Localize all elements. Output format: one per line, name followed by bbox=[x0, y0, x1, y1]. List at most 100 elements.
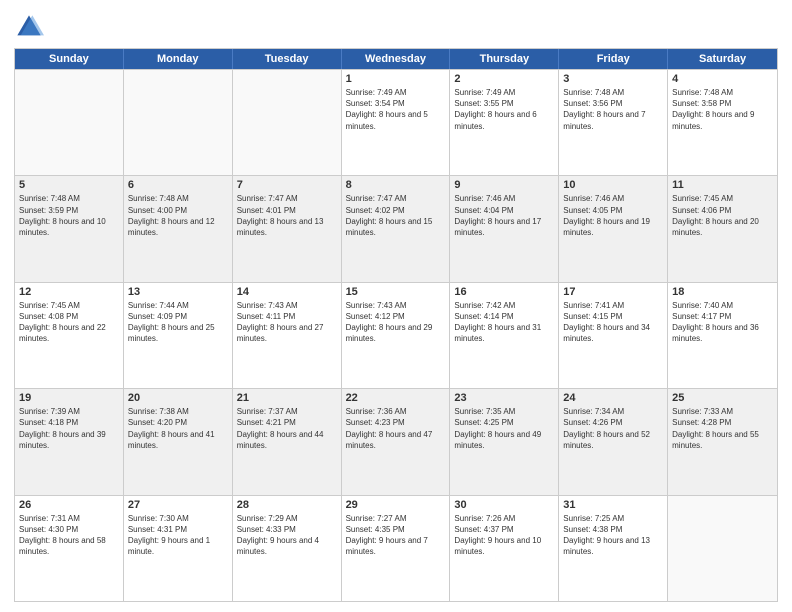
calendar-cell: 5 Sunrise: 7:48 AM Sunset: 3:59 PM Daylig… bbox=[15, 176, 124, 281]
day-number: 4 bbox=[672, 73, 773, 85]
day-number: 18 bbox=[672, 286, 773, 298]
cell-text: Sunrise: 7:46 AM Sunset: 4:05 PM Dayligh… bbox=[563, 193, 663, 238]
cell-text: Sunrise: 7:35 AM Sunset: 4:25 PM Dayligh… bbox=[454, 406, 554, 451]
cell-text: Sunrise: 7:29 AM Sunset: 4:33 PM Dayligh… bbox=[237, 513, 337, 558]
calendar-cell: 11 Sunrise: 7:45 AM Sunset: 4:06 PM Dayli… bbox=[668, 176, 777, 281]
header-day-monday: Monday bbox=[124, 49, 233, 69]
cell-text: Sunrise: 7:48 AM Sunset: 4:00 PM Dayligh… bbox=[128, 193, 228, 238]
calendar-cell: 18 Sunrise: 7:40 AM Sunset: 4:17 PM Dayli… bbox=[668, 283, 777, 388]
calendar-cell: 14Sunrise: 7:43 AM Sunset: 4:11 PM Dayli… bbox=[233, 283, 342, 388]
cell-text: Sunrise: 7:40 AM Sunset: 4:17 PM Dayligh… bbox=[672, 300, 773, 345]
calendar-cell: 12 Sunrise: 7:45 AM Sunset: 4:08 PM Dayli… bbox=[15, 283, 124, 388]
day-number: 8 bbox=[346, 179, 446, 191]
calendar-cell: 29 Sunrise: 7:27 AM Sunset: 4:35 PM Dayli… bbox=[342, 496, 451, 601]
day-number: 12 bbox=[19, 286, 119, 298]
cell-text: Sunrise: 7:43 AM Sunset: 4:12 PM Dayligh… bbox=[346, 300, 446, 345]
calendar-cell: 17 Sunrise: 7:41 AM Sunset: 4:15 PM Dayli… bbox=[559, 283, 668, 388]
day-number: 6 bbox=[128, 179, 228, 191]
calendar-cell: 1Sunrise: 7:49 AM Sunset: 3:54 PM Daylig… bbox=[342, 70, 451, 175]
calendar-row-1: 5 Sunrise: 7:48 AM Sunset: 3:59 PM Daylig… bbox=[15, 175, 777, 281]
day-number: 10 bbox=[563, 179, 663, 191]
header-day-friday: Friday bbox=[559, 49, 668, 69]
day-number: 30 bbox=[454, 499, 554, 511]
calendar-cell: 24Sunrise: 7:34 AM Sunset: 4:26 PM Dayli… bbox=[559, 389, 668, 494]
calendar-cell bbox=[668, 496, 777, 601]
calendar-cell: 28 Sunrise: 7:29 AM Sunset: 4:33 PM Dayli… bbox=[233, 496, 342, 601]
cell-text: Sunrise: 7:38 AM Sunset: 4:20 PM Dayligh… bbox=[128, 406, 228, 451]
day-number: 3 bbox=[563, 73, 663, 85]
calendar-cell: 31 Sunrise: 7:25 AM Sunset: 4:38 PM Dayli… bbox=[559, 496, 668, 601]
logo-icon bbox=[14, 12, 44, 42]
calendar-cell: 19 Sunrise: 7:39 AM Sunset: 4:18 PM Dayli… bbox=[15, 389, 124, 494]
day-number: 25 bbox=[672, 392, 773, 404]
cell-text: Sunrise: 7:47 AM Sunset: 4:01 PM Dayligh… bbox=[237, 193, 337, 238]
day-number: 9 bbox=[454, 179, 554, 191]
calendar-cell: 8 Sunrise: 7:47 AM Sunset: 4:02 PM Daylig… bbox=[342, 176, 451, 281]
calendar-cell: 7 Sunrise: 7:47 AM Sunset: 4:01 PM Daylig… bbox=[233, 176, 342, 281]
header-day-sunday: Sunday bbox=[15, 49, 124, 69]
cell-text: Sunrise: 7:44 AM Sunset: 4:09 PM Dayligh… bbox=[128, 300, 228, 345]
cell-text: Sunrise: 7:46 AM Sunset: 4:04 PM Dayligh… bbox=[454, 193, 554, 238]
calendar-cell bbox=[15, 70, 124, 175]
day-number: 1 bbox=[346, 73, 446, 85]
calendar-cell: 27 Sunrise: 7:30 AM Sunset: 4:31 PM Dayli… bbox=[124, 496, 233, 601]
calendar-cell: 16Sunrise: 7:42 AM Sunset: 4:14 PM Dayli… bbox=[450, 283, 559, 388]
calendar-cell: 3 Sunrise: 7:48 AM Sunset: 3:56 PM Daylig… bbox=[559, 70, 668, 175]
header bbox=[14, 12, 778, 42]
cell-text: Sunrise: 7:49 AM Sunset: 3:55 PM Dayligh… bbox=[454, 87, 554, 132]
header-day-saturday: Saturday bbox=[668, 49, 777, 69]
day-number: 13 bbox=[128, 286, 228, 298]
day-number: 14 bbox=[237, 286, 337, 298]
day-number: 16 bbox=[454, 286, 554, 298]
calendar-cell: 20 Sunrise: 7:38 AM Sunset: 4:20 PM Dayli… bbox=[124, 389, 233, 494]
calendar-row-4: 26Sunrise: 7:31 AM Sunset: 4:30 PM Dayli… bbox=[15, 495, 777, 601]
day-number: 28 bbox=[237, 499, 337, 511]
cell-text: Sunrise: 7:48 AM Sunset: 3:56 PM Dayligh… bbox=[563, 87, 663, 132]
calendar: SundayMondayTuesdayWednesdayThursdayFrid… bbox=[14, 48, 778, 602]
header-day-tuesday: Tuesday bbox=[233, 49, 342, 69]
header-day-wednesday: Wednesday bbox=[342, 49, 451, 69]
cell-text: Sunrise: 7:45 AM Sunset: 4:08 PM Dayligh… bbox=[19, 300, 119, 345]
cell-text: Sunrise: 7:34 AM Sunset: 4:26 PM Dayligh… bbox=[563, 406, 663, 451]
day-number: 7 bbox=[237, 179, 337, 191]
day-number: 15 bbox=[346, 286, 446, 298]
cell-text: Sunrise: 7:26 AM Sunset: 4:37 PM Dayligh… bbox=[454, 513, 554, 558]
cell-text: Sunrise: 7:39 AM Sunset: 4:18 PM Dayligh… bbox=[19, 406, 119, 451]
cell-text: Sunrise: 7:45 AM Sunset: 4:06 PM Dayligh… bbox=[672, 193, 773, 238]
cell-text: Sunrise: 7:41 AM Sunset: 4:15 PM Dayligh… bbox=[563, 300, 663, 345]
day-number: 26 bbox=[19, 499, 119, 511]
cell-text: Sunrise: 7:48 AM Sunset: 3:59 PM Dayligh… bbox=[19, 193, 119, 238]
calendar-cell: 2 Sunrise: 7:49 AM Sunset: 3:55 PM Daylig… bbox=[450, 70, 559, 175]
day-number: 22 bbox=[346, 392, 446, 404]
calendar-cell: 9 Sunrise: 7:46 AM Sunset: 4:04 PM Daylig… bbox=[450, 176, 559, 281]
day-number: 31 bbox=[563, 499, 663, 511]
day-number: 20 bbox=[128, 392, 228, 404]
day-number: 29 bbox=[346, 499, 446, 511]
calendar-cell bbox=[233, 70, 342, 175]
cell-text: Sunrise: 7:27 AM Sunset: 4:35 PM Dayligh… bbox=[346, 513, 446, 558]
calendar-cell: 13 Sunrise: 7:44 AM Sunset: 4:09 PM Dayli… bbox=[124, 283, 233, 388]
day-number: 23 bbox=[454, 392, 554, 404]
cell-text: Sunrise: 7:47 AM Sunset: 4:02 PM Dayligh… bbox=[346, 193, 446, 238]
cell-text: Sunrise: 7:48 AM Sunset: 3:58 PM Dayligh… bbox=[672, 87, 773, 132]
day-number: 5 bbox=[19, 179, 119, 191]
cell-text: Sunrise: 7:25 AM Sunset: 4:38 PM Dayligh… bbox=[563, 513, 663, 558]
day-number: 27 bbox=[128, 499, 228, 511]
calendar-cell: 22Sunrise: 7:36 AM Sunset: 4:23 PM Dayli… bbox=[342, 389, 451, 494]
calendar-cell bbox=[124, 70, 233, 175]
day-number: 2 bbox=[454, 73, 554, 85]
calendar-body: 1Sunrise: 7:49 AM Sunset: 3:54 PM Daylig… bbox=[15, 69, 777, 601]
header-day-thursday: Thursday bbox=[450, 49, 559, 69]
calendar-cell: 15 Sunrise: 7:43 AM Sunset: 4:12 PM Dayli… bbox=[342, 283, 451, 388]
cell-text: Sunrise: 7:33 AM Sunset: 4:28 PM Dayligh… bbox=[672, 406, 773, 451]
logo bbox=[14, 12, 48, 42]
cell-text: Sunrise: 7:37 AM Sunset: 4:21 PM Dayligh… bbox=[237, 406, 337, 451]
day-number: 19 bbox=[19, 392, 119, 404]
calendar-cell: 23 Sunrise: 7:35 AM Sunset: 4:25 PM Dayli… bbox=[450, 389, 559, 494]
calendar-row-0: 1Sunrise: 7:49 AM Sunset: 3:54 PM Daylig… bbox=[15, 69, 777, 175]
cell-text: Sunrise: 7:30 AM Sunset: 4:31 PM Dayligh… bbox=[128, 513, 228, 558]
page: SundayMondayTuesdayWednesdayThursdayFrid… bbox=[0, 0, 792, 612]
day-number: 17 bbox=[563, 286, 663, 298]
day-number: 11 bbox=[672, 179, 773, 191]
calendar-cell: 30 Sunrise: 7:26 AM Sunset: 4:37 PM Dayli… bbox=[450, 496, 559, 601]
